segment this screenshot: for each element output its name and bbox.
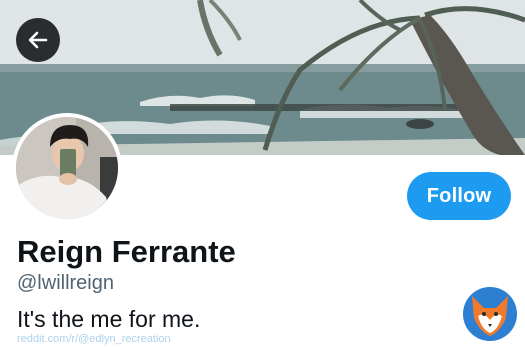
fox-logo-icon	[463, 287, 517, 341]
arrow-left-icon	[28, 31, 48, 49]
watermark-text: reddit.com/r/@edlyn_recreation	[17, 333, 171, 345]
avatar-photo	[16, 117, 118, 219]
profile-bio: It's the me for me.	[17, 306, 201, 332]
username-handle: @lwillreign	[17, 272, 114, 294]
follow-button[interactable]: Follow	[407, 172, 511, 220]
display-name: Reign Ferrante	[17, 234, 236, 269]
back-button[interactable]	[16, 18, 60, 62]
avatar[interactable]	[12, 113, 122, 223]
